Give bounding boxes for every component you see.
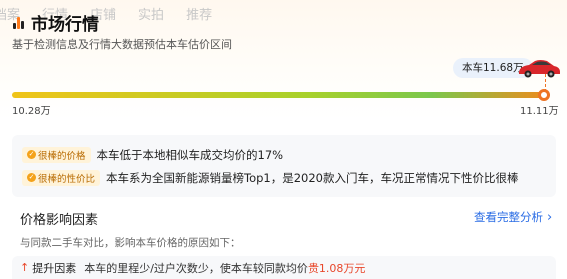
range-min-price: 10.28万 — [12, 106, 51, 117]
arrow-up-icon: ↑ — [20, 261, 30, 274]
insights-box: ✓ 很棒的价格 本车低于本地相似车成交均价的17% ✓ 很棒的性价比 本车系为全… — [12, 135, 556, 197]
thumb-up-icon: ✓ — [27, 173, 36, 182]
value-badge-label: 很棒的性价比 — [38, 173, 96, 185]
factor-row-increase: ↑ 提升因素 本车的里程少/过户次数少，使本车较同款均价 贵1.08万元 — [12, 256, 556, 279]
car-icon — [519, 60, 560, 78]
chevron-right-icon: › — [547, 209, 553, 225]
section-subtitle: 基于检测信息及行情大数据预估本车估价区间 — [12, 38, 232, 51]
factors-description: 与同款二手车对比，影响本车价格的原因如下： — [20, 237, 241, 249]
price-badge-label: 很棒的价格 — [38, 150, 86, 162]
insight-price: ✓ 很棒的价格 本车低于本地相似车成交均价的17% — [22, 143, 546, 166]
market-price-card: 档案 行情 店铺 实拍 推荐 市场行情 基于检测信息及行情大数据预估本车估价区间… — [0, 0, 567, 279]
price-position-marker — [538, 89, 550, 101]
insight-value-text: 本车系为全国新能源销量榜Top1，是2020款入门车，车况正常情况下性价比很棒 — [106, 170, 519, 185]
insight-value: ✓ 很棒的性价比 本车系为全国新能源销量榜Top1，是2020款入门车，车况正常… — [22, 166, 546, 189]
view-full-analysis-label: 查看完整分析 — [474, 210, 543, 224]
factor-label: 提升因素 — [32, 261, 77, 275]
price-badge: ✓ 很棒的价格 — [22, 146, 91, 163]
value-badge: ✓ 很棒的性价比 — [22, 169, 101, 186]
insight-price-text: 本车低于本地相似车成交均价的17% — [96, 147, 284, 162]
factor-highlight: 贵1.08万元 — [307, 261, 366, 275]
thumb-up-icon: ✓ — [27, 150, 36, 159]
price-range-bar — [12, 89, 550, 101]
section-title-row: 市场行情 — [12, 10, 99, 35]
tab-photos[interactable]: 实拍 — [138, 4, 164, 23]
view-full-analysis-link[interactable]: 查看完整分析 › — [474, 209, 552, 225]
range-max-price: 11.11万 — [520, 106, 559, 117]
factors-heading: 价格影响因素 — [20, 213, 99, 228]
tab-recommend[interactable]: 推荐 — [186, 4, 212, 23]
section-title: 市场行情 — [31, 15, 99, 35]
factor-text: 本车的里程少/过户次数少，使本车较同款均价 — [84, 261, 308, 275]
bar-chart-icon — [12, 16, 26, 30]
